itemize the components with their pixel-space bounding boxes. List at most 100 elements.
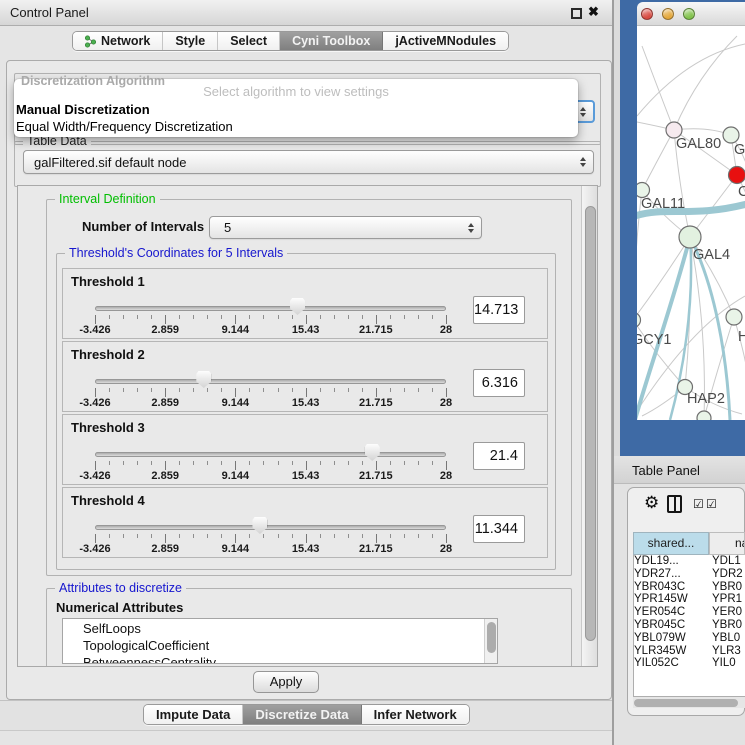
- table-row[interactable]: YBL079WYBL0: [633, 632, 745, 645]
- close-icon[interactable]: ✖: [588, 4, 599, 20]
- threshold-value-field[interactable]: 21.4: [473, 442, 525, 470]
- tab-label: Style: [175, 34, 205, 48]
- close-traffic-light[interactable]: [641, 8, 653, 20]
- minimize-traffic-light[interactable]: [662, 8, 674, 20]
- slider-tick-marks: [95, 534, 446, 543]
- tab-label: Impute Data: [156, 707, 230, 722]
- cell-shared-name[interactable]: YER054C: [633, 606, 712, 619]
- table-row[interactable]: YDL19...YDL1: [633, 555, 745, 568]
- settings-scroll-viewport: Interval Definition Number of Intervals …: [17, 185, 598, 667]
- tab-impute-data[interactable]: Impute Data: [144, 705, 243, 724]
- node-label: HAP2: [687, 391, 725, 407]
- combo-stepper-icon: [580, 157, 586, 167]
- cell-shared-name[interactable]: YBL079W: [633, 632, 712, 645]
- tab-jactivemnodules[interactable]: jActiveMNodules: [383, 32, 508, 50]
- threshold-slider-track[interactable]: [95, 306, 446, 311]
- tab-discretize-data[interactable]: Discretize Data: [243, 705, 361, 724]
- table-row[interactable]: YBR043CYBR0: [633, 581, 745, 594]
- split-view-icon[interactable]: [667, 495, 682, 513]
- cell-name[interactable]: YIL0: [712, 657, 745, 667]
- table-rows[interactable]: YDL19...YDL1YDR27...YDR2YBR043CYBR0YPR14…: [633, 555, 745, 667]
- apply-button[interactable]: Apply: [253, 671, 319, 693]
- network-node[interactable]: [697, 411, 711, 420]
- gear-icon[interactable]: ⚙: [644, 493, 659, 513]
- table-row[interactable]: YLR345WYLR3: [633, 645, 745, 658]
- zoom-traffic-light[interactable]: [683, 8, 695, 20]
- table-panel-header: Table Panel: [614, 456, 745, 484]
- cell-shared-name[interactable]: YBR043C: [633, 581, 712, 594]
- threshold-slider-track[interactable]: [95, 452, 446, 457]
- cell-name[interactable]: YPR1: [712, 593, 745, 606]
- cell-name[interactable]: YDR2: [712, 568, 745, 581]
- table-row[interactable]: YIL052CYIL0: [633, 657, 745, 667]
- column-header-shared-name[interactable]: shared...: [633, 532, 709, 555]
- threshold-slider-thumb[interactable]: [290, 298, 305, 315]
- threshold-slider-track[interactable]: [95, 525, 446, 530]
- tab-label: jActiveMNodules: [395, 34, 496, 48]
- cell-name[interactable]: YBR0: [712, 619, 745, 632]
- network-node[interactable]: [729, 167, 745, 184]
- float-window-icon[interactable]: [571, 8, 582, 19]
- number-of-intervals-combo[interactable]: 5: [209, 216, 482, 239]
- tab-style[interactable]: Style: [163, 32, 218, 50]
- threshold-panel: Threshold 2 -3.4262.8599.14415.4321.7152…: [62, 341, 548, 412]
- node-label: GAL4: [693, 247, 730, 263]
- tab-infer-network[interactable]: Infer Network: [362, 705, 469, 724]
- network-icon: [85, 35, 96, 48]
- viewport-scrollbar[interactable]: [581, 186, 597, 666]
- threshold-panel: Threshold 3 -3.4262.8599.14415.4321.7152…: [62, 414, 548, 485]
- network-node[interactable]: [723, 127, 739, 143]
- table-row[interactable]: YPR145WYPR1: [633, 593, 745, 606]
- threshold-value-field[interactable]: 6.316: [473, 369, 525, 397]
- attributes-scroll-thumb[interactable]: [487, 622, 496, 653]
- column-header-name[interactable]: na: [709, 532, 745, 555]
- table-horizontal-scrollbar[interactable]: [633, 697, 745, 708]
- cell-name[interactable]: YBR0: [712, 581, 745, 594]
- attribute-item[interactable]: BetweennessCentrality: [63, 656, 497, 664]
- table-data-combo[interactable]: galFiltered.sif default node: [23, 150, 594, 174]
- threshold-slider-thumb[interactable]: [365, 444, 380, 461]
- combo-stepper-icon: [468, 223, 474, 233]
- cell-name[interactable]: YBL0: [712, 632, 745, 645]
- popup-item-equal-width-frequency[interactable]: Equal Width/Frequency Discretization: [16, 119, 233, 134]
- network-node[interactable]: [637, 313, 641, 328]
- table-scroll-thumb[interactable]: [634, 699, 738, 707]
- tab-cyni-toolbox[interactable]: Cyni Toolbox: [280, 32, 383, 50]
- table-row[interactable]: YER054CYER0: [633, 606, 745, 619]
- checkbox-icon[interactable]: ☑: [693, 497, 704, 511]
- cell-name[interactable]: YER0: [712, 606, 745, 619]
- cell-name[interactable]: YDL1: [712, 555, 745, 568]
- threshold-value-field[interactable]: 11.344: [473, 515, 525, 543]
- number-of-intervals-label: Number of Intervals: [82, 219, 204, 234]
- threshold-slider-track[interactable]: [95, 379, 446, 384]
- table-row[interactable]: YDR27...YDR2: [633, 568, 745, 581]
- cell-shared-name[interactable]: YBR045C: [633, 619, 712, 632]
- network-node[interactable]: [679, 226, 701, 248]
- tab-select[interactable]: Select: [218, 32, 280, 50]
- threshold-slider-thumb[interactable]: [196, 371, 211, 388]
- table-row[interactable]: YBR045CYBR0: [633, 619, 745, 632]
- attribute-item[interactable]: TopologicalCoefficient: [63, 639, 497, 653]
- slider-tick-marks: [95, 461, 446, 470]
- slider-tick-marks: [95, 388, 446, 397]
- cell-name[interactable]: YLR3: [712, 645, 745, 658]
- attributes-list-scrollbar[interactable]: [484, 619, 497, 663]
- threshold-value-field[interactable]: 14.713: [473, 296, 525, 324]
- threshold-slider-thumb[interactable]: [252, 517, 267, 534]
- number-of-intervals-value: 5: [224, 220, 231, 235]
- checkbox-icon[interactable]: ☑: [706, 497, 717, 511]
- panel-title: Control Panel: [10, 5, 89, 20]
- numerical-attributes-list[interactable]: SelfLoops TopologicalCoefficient Betweenne…: [62, 618, 498, 664]
- numerical-attributes-label: Numerical Attributes: [56, 600, 183, 615]
- cell-shared-name[interactable]: YLR345W: [633, 645, 712, 658]
- cell-shared-name[interactable]: YIL052C: [633, 657, 712, 667]
- network-graph[interactable]: GAL80GACGAL11GAL4GCY1HHAP2: [637, 26, 745, 420]
- network-node[interactable]: [726, 309, 742, 325]
- tab-network[interactable]: Network: [73, 32, 163, 50]
- cell-shared-name[interactable]: YPR145W: [633, 593, 712, 606]
- viewport-scroll-thumb[interactable]: [585, 206, 596, 641]
- cell-shared-name[interactable]: YDL19...: [633, 555, 712, 568]
- attribute-item[interactable]: SelfLoops: [63, 622, 497, 636]
- cell-shared-name[interactable]: YDR27...: [633, 568, 712, 581]
- popup-item-manual-discretization[interactable]: Manual Discretization: [16, 102, 150, 117]
